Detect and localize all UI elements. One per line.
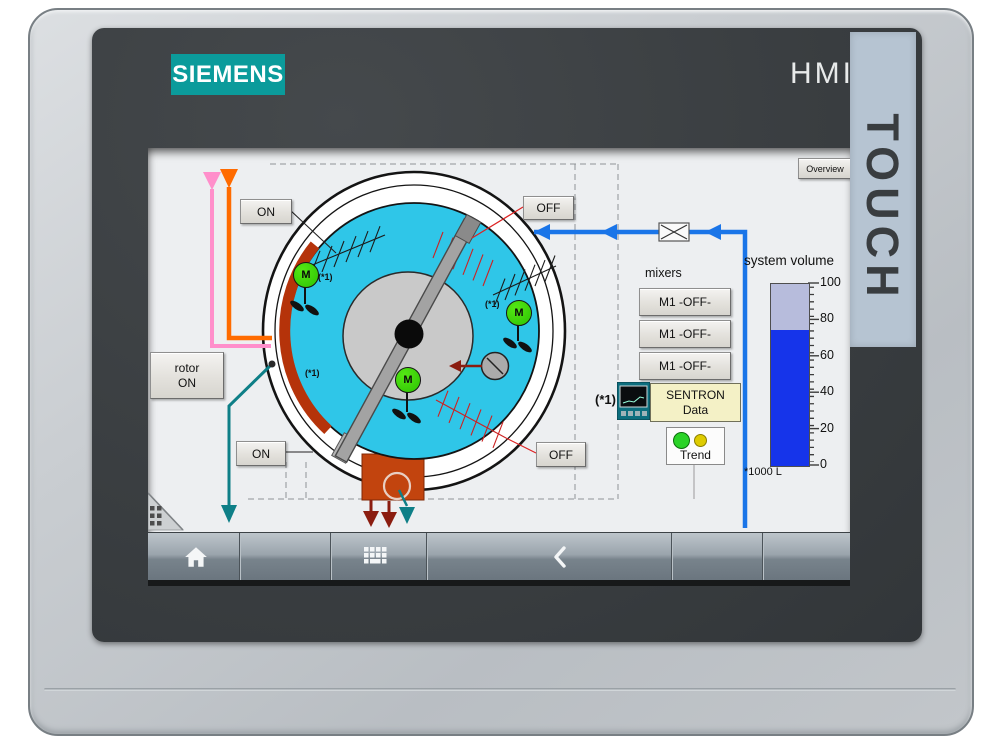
nav-keyboard-button[interactable] xyxy=(239,533,330,581)
aeration-bottom-off-button[interactable]: OFF xyxy=(536,442,586,467)
nav-next-button[interactable] xyxy=(671,533,762,581)
rotor-hub xyxy=(395,320,424,349)
rotor-button-line2: ON xyxy=(178,376,196,391)
mixer-motor-2: M xyxy=(506,300,532,326)
home-icon xyxy=(183,544,209,570)
frame-groove xyxy=(44,688,956,691)
sentron-line1: SENTRON xyxy=(666,388,725,403)
nav-blank-area xyxy=(426,533,671,581)
touch-label: TOUCH xyxy=(858,58,908,358)
volume-tick-60: 60 xyxy=(820,348,850,362)
mixer-motor-1: M xyxy=(293,262,319,288)
mixer-button-1[interactable]: M1 -OFF- xyxy=(639,288,731,316)
page-curl[interactable] xyxy=(148,493,183,530)
nav-bar xyxy=(148,532,850,581)
volume-tick-80: 80 xyxy=(820,311,850,325)
hmi-screen[interactable]: Overview ON OFF rotor ON ON OFF M M M (*… xyxy=(148,148,850,586)
hmi-label: HMI xyxy=(784,57,860,95)
motor-3-footnote: (*1) xyxy=(305,368,320,378)
touch-strip: TOUCH xyxy=(850,32,916,347)
status-green-dot xyxy=(673,432,690,449)
volume-bar-fill xyxy=(771,330,809,467)
outlet-box xyxy=(362,454,424,500)
aeration-top-off-button[interactable]: OFF xyxy=(523,196,574,220)
motor-symbol: M xyxy=(403,374,412,386)
sentron-device-icon xyxy=(617,382,650,420)
screen-bottom-edge xyxy=(148,580,850,586)
motor-symbol: M xyxy=(301,269,310,281)
mixer-button-3[interactable]: M1 -OFF- xyxy=(639,352,731,380)
volume-tick-40: 40 xyxy=(820,384,850,398)
status-yellow-dot xyxy=(694,434,707,447)
system-volume-title: system volume xyxy=(744,253,850,268)
motor-1-footnote: (*1) xyxy=(318,272,333,282)
mixer-button-2[interactable]: M1 -OFF- xyxy=(639,320,731,348)
nav-previous-button[interactable] xyxy=(330,533,426,581)
sentron-footnote: (*1) xyxy=(595,392,616,407)
nav-language-button[interactable] xyxy=(762,533,850,581)
mixer-motor-3: M xyxy=(395,367,421,393)
rotor-button-line1: rotor xyxy=(175,361,200,376)
sentron-data-button[interactable]: SENTRON Data xyxy=(650,383,741,422)
aeration-top-on-button[interactable]: ON xyxy=(240,199,292,224)
rotor-on-button[interactable]: rotor ON xyxy=(150,352,224,399)
motor-symbol: M xyxy=(514,307,523,319)
mixers-title: mixers xyxy=(645,266,715,280)
volume-tick-100: 100 xyxy=(820,275,850,289)
motor-2-footnote: (*1) xyxy=(485,299,500,309)
volume-tick-20: 20 xyxy=(820,421,850,435)
nav-home-button[interactable] xyxy=(150,533,239,581)
volume-tick-0: 0 xyxy=(820,457,850,471)
volume-unit: *1000 L xyxy=(744,466,782,478)
overview-button[interactable]: Overview xyxy=(798,158,850,179)
sentron-line2: Data xyxy=(683,403,708,418)
valve-icon xyxy=(659,223,689,241)
aeration-bottom-on-button[interactable]: ON xyxy=(236,441,286,466)
siemens-logo: SIEMENS xyxy=(171,54,285,95)
trend-label: Trend xyxy=(667,448,724,462)
volume-bar xyxy=(770,283,810,467)
device-photo: SIEMENS HMI TOUCH xyxy=(0,0,1000,742)
trend-button[interactable]: Trend xyxy=(666,427,725,465)
